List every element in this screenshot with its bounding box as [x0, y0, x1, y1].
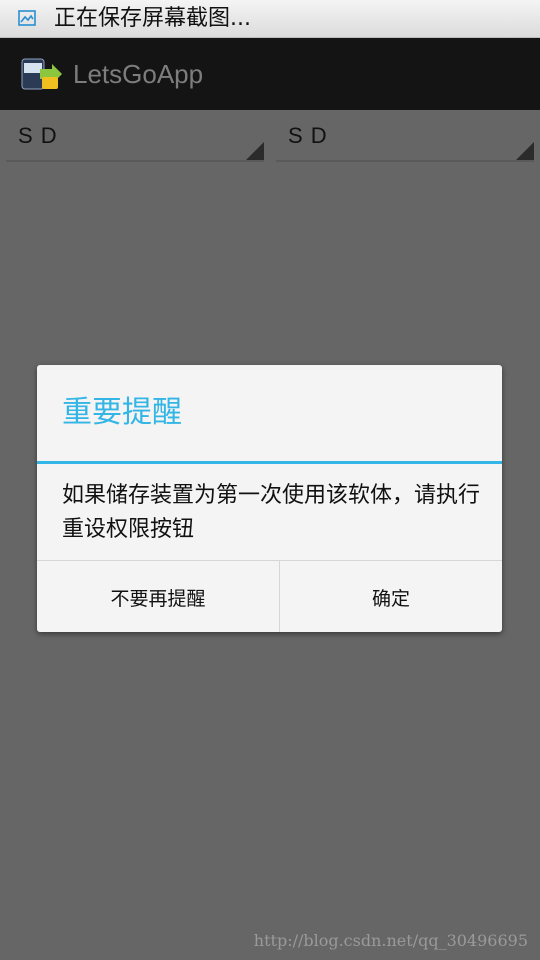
spinner-left[interactable]: S D [6, 110, 264, 162]
app-icon[interactable] [20, 55, 64, 93]
dont-remind-again-button[interactable]: 不要再提醒 [37, 561, 280, 632]
dialog-button-bar: 不要再提醒 确定 [37, 560, 502, 632]
screenshot-icon [18, 10, 36, 26]
watermark: http://blog.csdn.net/qq_30496695 [253, 931, 528, 950]
status-bar: 正在保存屏幕截图... [0, 0, 540, 38]
status-notification-text: 正在保存屏幕截图... [54, 6, 251, 31]
alert-dialog: 重要提醒 如果储存装置为第一次使用该软体，请执行重设权限按钮 不要再提醒 确定 [37, 365, 502, 632]
app-title: LetsGoApp [73, 59, 204, 89]
spinner-value: S D [288, 123, 328, 148]
spinner-value: S D [18, 123, 58, 148]
dropdown-arrow-icon [516, 142, 534, 160]
dialog-title: 重要提醒 [62, 395, 182, 430]
dialog-message: 如果储存装置为第一次使用该软体，请执行重设权限按钮 [62, 483, 481, 542]
dropdown-arrow-icon [246, 142, 264, 160]
confirm-button[interactable]: 确定 [280, 561, 502, 632]
spinner-right[interactable]: S D [276, 110, 534, 162]
action-bar: LetsGoApp [0, 38, 540, 110]
dialog-title-divider [37, 461, 502, 464]
